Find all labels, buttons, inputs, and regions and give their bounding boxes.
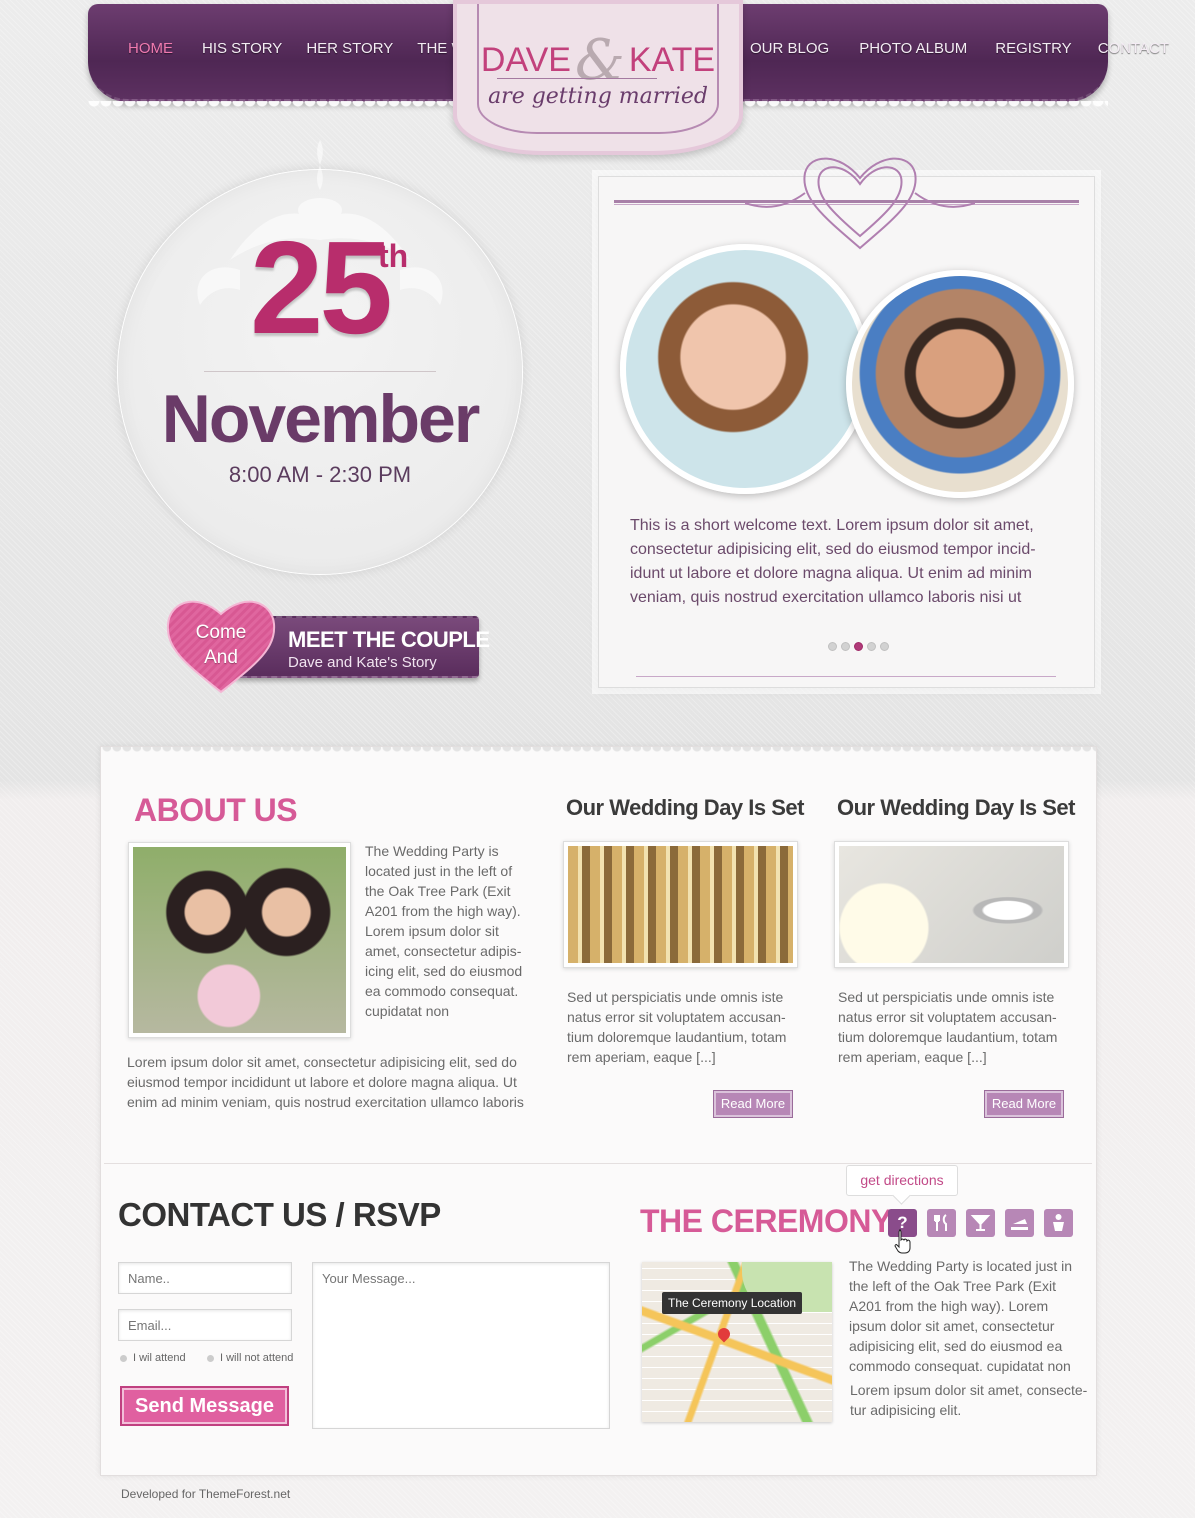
- logo-divider: [497, 78, 657, 79]
- section-divider: [104, 1163, 1092, 1164]
- post-1-text: Sed ut perspiciatis unde omnis iste natu…: [567, 989, 787, 1065]
- date-day: 25: [250, 214, 393, 361]
- cake-icon[interactable]: [1005, 1209, 1034, 1237]
- map-location-label: The Ceremony Location: [662, 1292, 803, 1314]
- slider-dot[interactable]: [867, 642, 876, 651]
- post-2-read-more-button[interactable]: Read More: [984, 1090, 1064, 1118]
- ceremony-text: The Wedding Party is located just in the…: [849, 1258, 1073, 1374]
- contact-title: CONTACT US / RSVP: [118, 1196, 441, 1233]
- slider-dot[interactable]: [841, 642, 850, 651]
- logo-name-dave: DAVE: [480, 41, 571, 79]
- message-textarea[interactable]: [312, 1262, 610, 1429]
- welcome-text: This is a short welcome text. Lorem ipsu…: [630, 517, 1036, 606]
- slider-dot[interactable]: [828, 642, 837, 651]
- logo-name-kate: KATE: [628, 41, 716, 79]
- meet-couple-title: MEET THE COUPLE: [288, 627, 490, 652]
- main-nav-right: OUR BLOG PHOTO ALBUM REGISTRY CONTACT: [750, 40, 1169, 57]
- get-directions-tooltip: get directions: [846, 1165, 958, 1196]
- post-2-title[interactable]: Our Wedding Day Is Set: [837, 795, 1075, 821]
- baby-icon[interactable]: [1044, 1209, 1073, 1237]
- cake-glyph: [1011, 1219, 1028, 1230]
- date-month: November: [161, 381, 481, 457]
- heart-label: Come And: [182, 620, 260, 670]
- slider-dot-active[interactable]: [854, 642, 863, 651]
- heart-line-1: Come: [195, 622, 247, 643]
- heart-line-2: And: [204, 647, 238, 668]
- email-input[interactable]: [118, 1309, 292, 1341]
- about-title: ABOUT US: [134, 792, 298, 828]
- send-message-button[interactable]: Send Message: [120, 1386, 289, 1426]
- about-photo-image: [133, 847, 346, 1033]
- not-attend-radio[interactable]: I will not attend: [207, 1352, 293, 1364]
- date-time: 8:00 AM - 2:30 PM: [228, 462, 412, 487]
- ceremony-map[interactable]: [642, 1262, 832, 1422]
- nav-our-blog[interactable]: OUR BLOG: [750, 40, 829, 57]
- not-attend-label: I will not attend: [220, 1352, 294, 1364]
- post-1-title[interactable]: Our Wedding Day Is Set: [566, 795, 804, 821]
- nav-registry[interactable]: REGISTRY: [995, 40, 1071, 57]
- bride-photo: [620, 244, 870, 494]
- ceremony-text-2: Lorem ipsum dolor sit amet, consecte-tur…: [850, 1382, 1088, 1418]
- date-day-suffix: th: [378, 238, 409, 274]
- cutlery-icon[interactable]: [927, 1209, 956, 1237]
- radio-dot[interactable]: [207, 1354, 214, 1362]
- meet-couple-subtitle: Dave and Kate's Story: [288, 654, 437, 671]
- cocktail-icon[interactable]: [966, 1209, 995, 1237]
- groom-photo: [846, 270, 1074, 498]
- post-2-text: Sed ut perspiciatis unde omnis iste natu…: [838, 989, 1058, 1065]
- welcome-bottom-rule: [636, 676, 1056, 677]
- footer-credit: Developed for ThemeForest.net: [121, 1487, 291, 1501]
- attend-radio[interactable]: I wil attend: [120, 1352, 186, 1364]
- hand-cursor-icon: [894, 1229, 911, 1254]
- date-divider: [204, 371, 436, 372]
- nav-home[interactable]: HOME: [128, 40, 173, 57]
- name-input[interactable]: [118, 1262, 292, 1294]
- baby-glyph: [1053, 1214, 1064, 1231]
- ceremony-title: THE CEREMONY: [640, 1203, 892, 1239]
- heart-ornament-icon: [745, 157, 975, 250]
- logo-tagline: are getting married: [488, 84, 708, 109]
- post-1-photo: [568, 846, 793, 963]
- about-photo: [128, 842, 351, 1038]
- nav-contact[interactable]: CONTACT: [1098, 40, 1169, 57]
- about-side-text: The Wedding Party is located just in the…: [365, 843, 523, 1019]
- radio-dot[interactable]: [120, 1354, 127, 1362]
- post-1-read-more-button[interactable]: Read More: [713, 1090, 793, 1118]
- post-2-image[interactable]: [834, 841, 1069, 968]
- nav-photo-album[interactable]: PHOTO ALBUM: [859, 40, 967, 57]
- slider-dot[interactable]: [880, 642, 889, 651]
- attend-label: I wil attend: [133, 1352, 186, 1364]
- slider-dots: [828, 642, 889, 651]
- nav-her-story[interactable]: HER STORY: [306, 40, 393, 57]
- nav-his-story[interactable]: HIS STORY: [202, 40, 282, 57]
- post-1-image[interactable]: [563, 841, 798, 968]
- about-bottom-text: Lorem ipsum dolor sit amet, consectetur …: [127, 1054, 524, 1110]
- site-logo[interactable]: DAVE& KATE are getting married: [453, 0, 743, 155]
- cocktail-glyph: [970, 1215, 991, 1231]
- post-2-photo: [839, 846, 1064, 963]
- logo-names: DAVE& KATE: [457, 20, 739, 93]
- cutlery-glyph: [934, 1214, 947, 1231]
